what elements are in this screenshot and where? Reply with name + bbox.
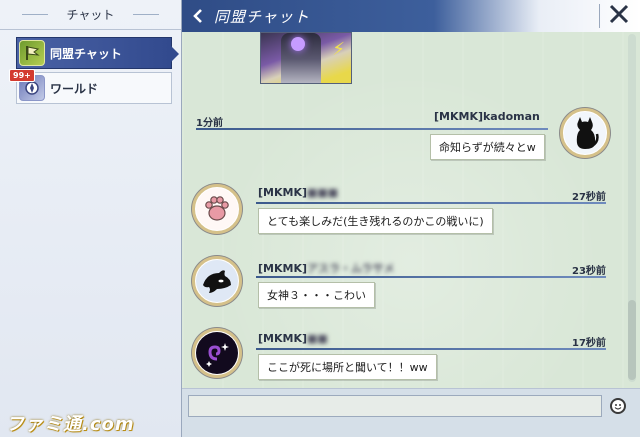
- message-divider: [256, 202, 606, 204]
- message-sender: [MKMK]■■■: [258, 186, 338, 199]
- alliance-flag-icon: [19, 40, 45, 66]
- black-cat-icon: [564, 112, 606, 154]
- message-divider: [196, 128, 548, 130]
- header-divider: [599, 4, 600, 28]
- message-time: 23秒前: [572, 266, 606, 277]
- back-button[interactable]: [186, 0, 210, 32]
- message-bubble: ここが死に場所と聞いて！！ww: [258, 354, 437, 380]
- channel-alliance-label: 同盟チャット: [50, 46, 122, 61]
- message-bubble: とても楽しみだ(生き残れるのかこの戦いに): [258, 208, 493, 234]
- user-avatar[interactable]: [192, 184, 242, 234]
- dark-spiral-icon: [196, 332, 238, 374]
- message-list[interactable]: ⚡ 1分前 [MKMK]kadoman 命知らずが続々とw [MKMK]■■■ …: [182, 32, 622, 384]
- chat-header: 同盟チャット: [182, 0, 640, 32]
- channel-alliance[interactable]: 同盟チャット: [16, 37, 179, 69]
- close-icon: [609, 4, 629, 24]
- chat-input[interactable]: [188, 395, 602, 417]
- message-divider: [256, 276, 606, 278]
- unread-badge: 99+: [9, 69, 35, 82]
- sender-guild: [MKMK]: [258, 186, 307, 199]
- sticker-image: ⚡: [260, 32, 352, 84]
- orca-icon: [196, 260, 238, 302]
- sticker-burst-icon: ⚡: [332, 39, 345, 60]
- user-avatar[interactable]: [192, 328, 242, 378]
- scrollbar-thumb[interactable]: [628, 300, 636, 380]
- sender-guild: [MKMK]: [258, 332, 307, 345]
- sender-name-hidden: ■■■: [307, 186, 339, 199]
- message-time: 1分前: [196, 118, 223, 129]
- message-time: 17秒前: [572, 338, 606, 349]
- message-bubble: 女神３・・・こわい: [258, 282, 375, 308]
- sender-name-hidden: ■■: [307, 332, 328, 345]
- message-divider: [256, 348, 606, 350]
- message-sender: [MKMK]■■: [258, 332, 328, 345]
- channel-world[interactable]: 99+ ワールド: [9, 69, 172, 104]
- message-time: 27秒前: [572, 192, 606, 203]
- glow-effect: [291, 37, 305, 51]
- smiley-icon: [614, 404, 622, 410]
- chat-title: 同盟チャット: [214, 7, 310, 26]
- close-button[interactable]: [606, 3, 632, 29]
- message-bubble: 命知らずが続々とw: [430, 134, 545, 160]
- channel-world-label: ワールド: [50, 81, 99, 96]
- message-sender: [MKMK]アスラ・ムラサメ: [258, 260, 394, 276]
- user-avatar[interactable]: [192, 256, 242, 306]
- message-sender: [MKMK]kadoman: [434, 110, 540, 123]
- emoji-button[interactable]: [610, 398, 626, 414]
- sidebar-title: チャット: [0, 0, 181, 30]
- sender-name-hidden: アスラ・ムラサメ: [307, 262, 395, 275]
- chat-panel: 同盟チャット ⚡ 1分前 [MKMK]kadoman 命知らずが続々とw [MK…: [182, 0, 640, 437]
- input-bar: [182, 388, 640, 437]
- paw-print-icon: [196, 188, 238, 230]
- watermark-logo: ファミ通.com: [6, 414, 135, 435]
- chevron-left-icon: [193, 9, 202, 23]
- channel-sidebar: チャット 同盟チャット 99+ ワールド: [0, 0, 182, 437]
- user-avatar[interactable]: [560, 108, 610, 158]
- sender-guild: [MKMK]: [258, 262, 307, 275]
